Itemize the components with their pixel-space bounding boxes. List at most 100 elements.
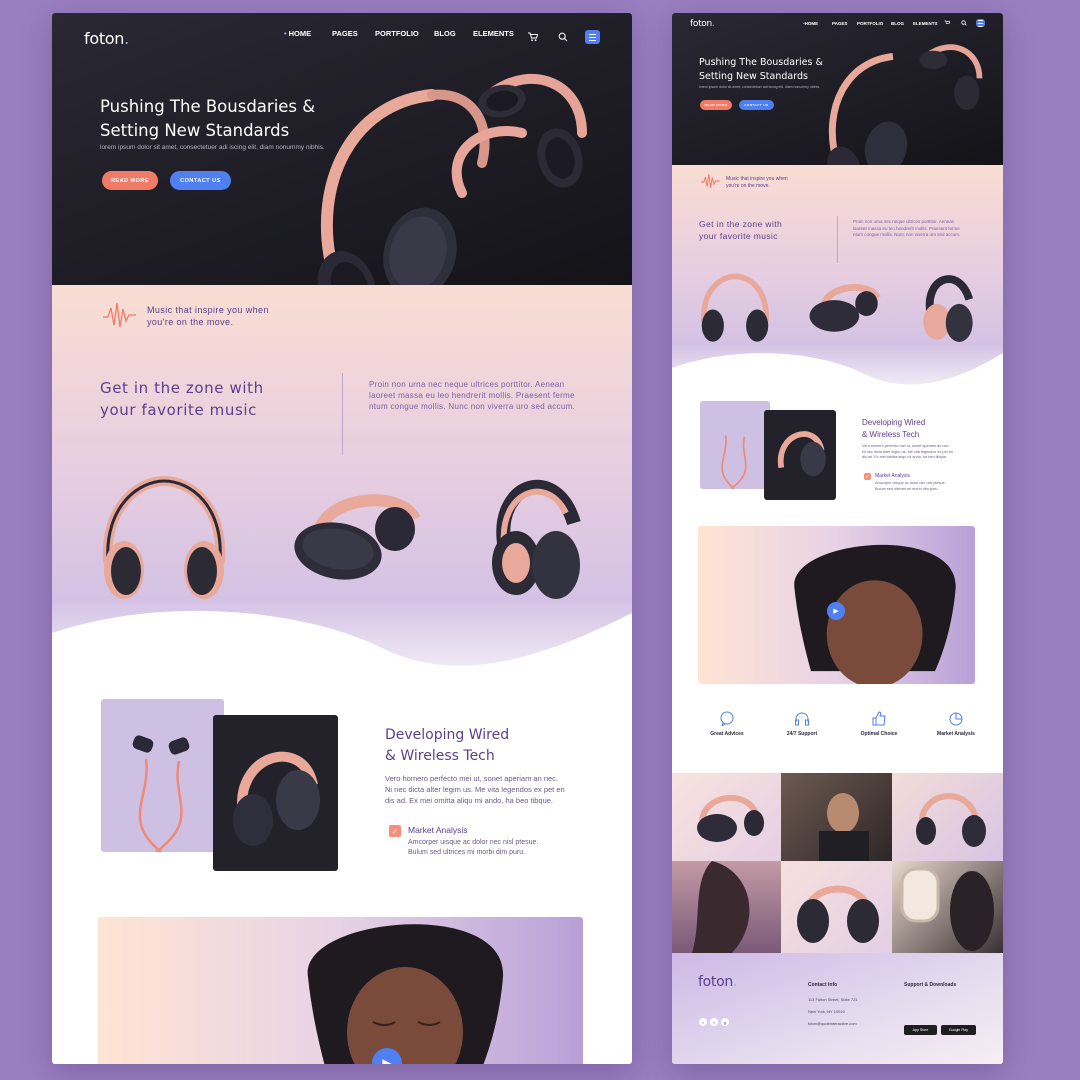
nav-pages[interactable]: PAGES [332, 29, 358, 38]
mini-cart-icon[interactable] [944, 20, 950, 26]
mini-hero-title: Pushing The Bousdaries & Setting New Sta… [699, 57, 823, 82]
mini-nav-elements[interactable]: ELEMENTS [913, 21, 938, 26]
social-links: t f g [699, 1018, 729, 1026]
mini-nav-blog[interactable]: BLOG [891, 21, 904, 26]
mini-nav-home[interactable]: •HOME [803, 21, 818, 26]
feature-market-analysis: Market Analysis [927, 711, 985, 737]
mini-tech-title: Developing Wired & Wireless Tech [862, 418, 926, 439]
mini-check-icon: ✓ [864, 473, 871, 480]
facebook-icon[interactable]: f [710, 1018, 718, 1026]
feature-optimal-choice: Optimal Choice [850, 711, 908, 737]
nav-home[interactable]: • HOME [284, 29, 311, 38]
video-banner[interactable]: ▶ [98, 917, 583, 1064]
mini-search-icon[interactable] [961, 20, 967, 26]
brand-logo[interactable]: foton. [84, 29, 129, 48]
hero-title: Pushing The Bousdaries & Setting New Sta… [100, 97, 316, 140]
gallery-tile-1[interactable] [672, 773, 781, 861]
gallery-man-phone-image [819, 793, 869, 861]
mini-product-front [701, 273, 769, 342]
product-headphones-angle [492, 479, 581, 599]
check-icon: ✓ [389, 825, 401, 837]
footer-email[interactable]: foton@qodeinteractive.com [808, 1021, 857, 1026]
homepage-preview-large: foton. • HOME PAGES PORTFOLIO BLOG ELEMEN… [52, 13, 632, 1064]
nav-portfolio[interactable]: PORTFOLIO [375, 29, 419, 38]
market-analysis-text: Amcorper uisque ac dolor nec nisl ptesue… [408, 839, 539, 856]
dark-headphones-card [213, 715, 338, 871]
gallery-headphones-image-3 [797, 885, 879, 943]
mini-product-side [809, 283, 881, 332]
contact-info-title: Contact Info [808, 982, 838, 988]
zone-text: Proin non urna nec neque ultrices portti… [369, 380, 576, 411]
mini-read-more-button[interactable]: READ MORE [700, 100, 732, 110]
search-icon[interactable] [558, 32, 568, 42]
support-title: Support & Downloads [904, 982, 957, 988]
thumbs-up-icon [872, 711, 886, 726]
app-store-button[interactable]: App Store [904, 1025, 937, 1035]
product-headphones-side [294, 494, 421, 580]
footer-address-1: 113 Fulton Street, Suite 721 [808, 997, 858, 1002]
mini-earphones-image [721, 435, 747, 490]
read-more-button[interactable]: READ MORE [102, 171, 158, 190]
footer-logo[interactable]: foton. [698, 974, 737, 990]
zone-title: Get in the zone with your favorite music [100, 379, 264, 419]
google-play-button[interactable]: Google Play [941, 1025, 976, 1035]
zone-divider [342, 373, 343, 455]
mini-nav-portfolio[interactable]: PORTFOLIO [857, 21, 883, 26]
hero-headphones-image [317, 73, 587, 323]
features-row: Great Advices 24/7 Support Optimal Choic… [698, 711, 988, 761]
mini-zone-title: Get in the zone with your favorite music [699, 219, 783, 241]
soundwave-icon [103, 302, 136, 328]
hero-section: foton. • HOME PAGES PORTFOLIO BLOG ELEMEN… [52, 13, 632, 323]
mini-menu-icon[interactable] [976, 19, 985, 27]
mini-dark-card [764, 410, 836, 500]
mini-earphones-card [700, 401, 770, 490]
mini-hero-subtitle: lorem ipsum dolor sit amet, consectetuer… [699, 85, 820, 89]
gallery-tile-6[interactable] [892, 861, 1003, 953]
mini-market-title: Market Analysis [875, 473, 911, 479]
mini-footer: foton. t f g Contact Info 113 Fulton Str… [672, 953, 1003, 1064]
mini-nav-pages[interactable]: PAGES [832, 21, 847, 26]
googleplus-icon[interactable]: g [721, 1018, 729, 1026]
feature-support: 24/7 Support [773, 711, 831, 737]
mini-brand-logo[interactable]: foton. [690, 19, 715, 29]
wave-divider [52, 610, 632, 703]
mini-video-banner[interactable]: ▶ [698, 526, 975, 684]
gallery-tile-2[interactable] [781, 773, 892, 861]
market-analysis-title: Market Analysis [408, 825, 468, 835]
mini-play-button[interactable]: ▶ [827, 602, 845, 620]
menu-icon[interactable] [585, 30, 600, 44]
cart-icon[interactable] [527, 32, 538, 42]
mini-wave-divider [672, 353, 1003, 408]
mini-product-angle [923, 275, 974, 342]
gallery-tile-3[interactable] [892, 773, 1003, 861]
feature-great-advices: Great Advices [698, 711, 756, 737]
gallery-woman-image [692, 861, 750, 953]
pie-chart-icon [949, 712, 963, 726]
gallery-tile-5[interactable] [781, 861, 892, 953]
mini-market-text: Amcorper uisque ac dolor nec nisl ptesue… [875, 481, 946, 491]
contact-us-button[interactable]: CONTACT US [170, 171, 231, 190]
gallery-airplane-window-image [900, 867, 994, 951]
mini-soundwave-icon [700, 174, 720, 188]
mini-woman-image [794, 544, 956, 684]
gallery-tile-4[interactable] [672, 861, 781, 953]
earphones-card [101, 699, 224, 854]
mini-zone-text: Proin non urna nec neque ultrices portti… [853, 219, 961, 237]
woman-listening-image [307, 924, 504, 1064]
tech-text: Vero homero perfecto mei ut, sonet aperi… [385, 774, 565, 805]
nav-blog[interactable]: BLOG [434, 29, 456, 38]
twitter-icon[interactable]: t [699, 1018, 707, 1026]
homepage-preview-small: foton. •HOME PAGES PORTFOLIO BLOG ELEMEN… [672, 13, 1003, 1064]
mini-tech-text: Vero homero perfecto mei ut, sonet aperi… [862, 444, 953, 459]
earphones-image [132, 735, 190, 854]
headphones-icon [795, 712, 809, 726]
product-headphones-front [102, 475, 226, 599]
gallery-headphones-image [697, 794, 764, 842]
tagline: Music that inspire you when you're on th… [147, 305, 269, 327]
hero-subtitle: lorem ipsum dolor sit amet, consectetuer… [100, 144, 325, 151]
gallery-headphones-image-2 [916, 793, 986, 847]
nav-elements[interactable]: ELEMENTS [473, 29, 514, 38]
chat-bubble-icon [720, 711, 734, 728]
mini-contact-us-button[interactable]: CONTACT US [739, 100, 774, 110]
mini-tagline: Music that inspire you when you're on the… [726, 176, 788, 189]
